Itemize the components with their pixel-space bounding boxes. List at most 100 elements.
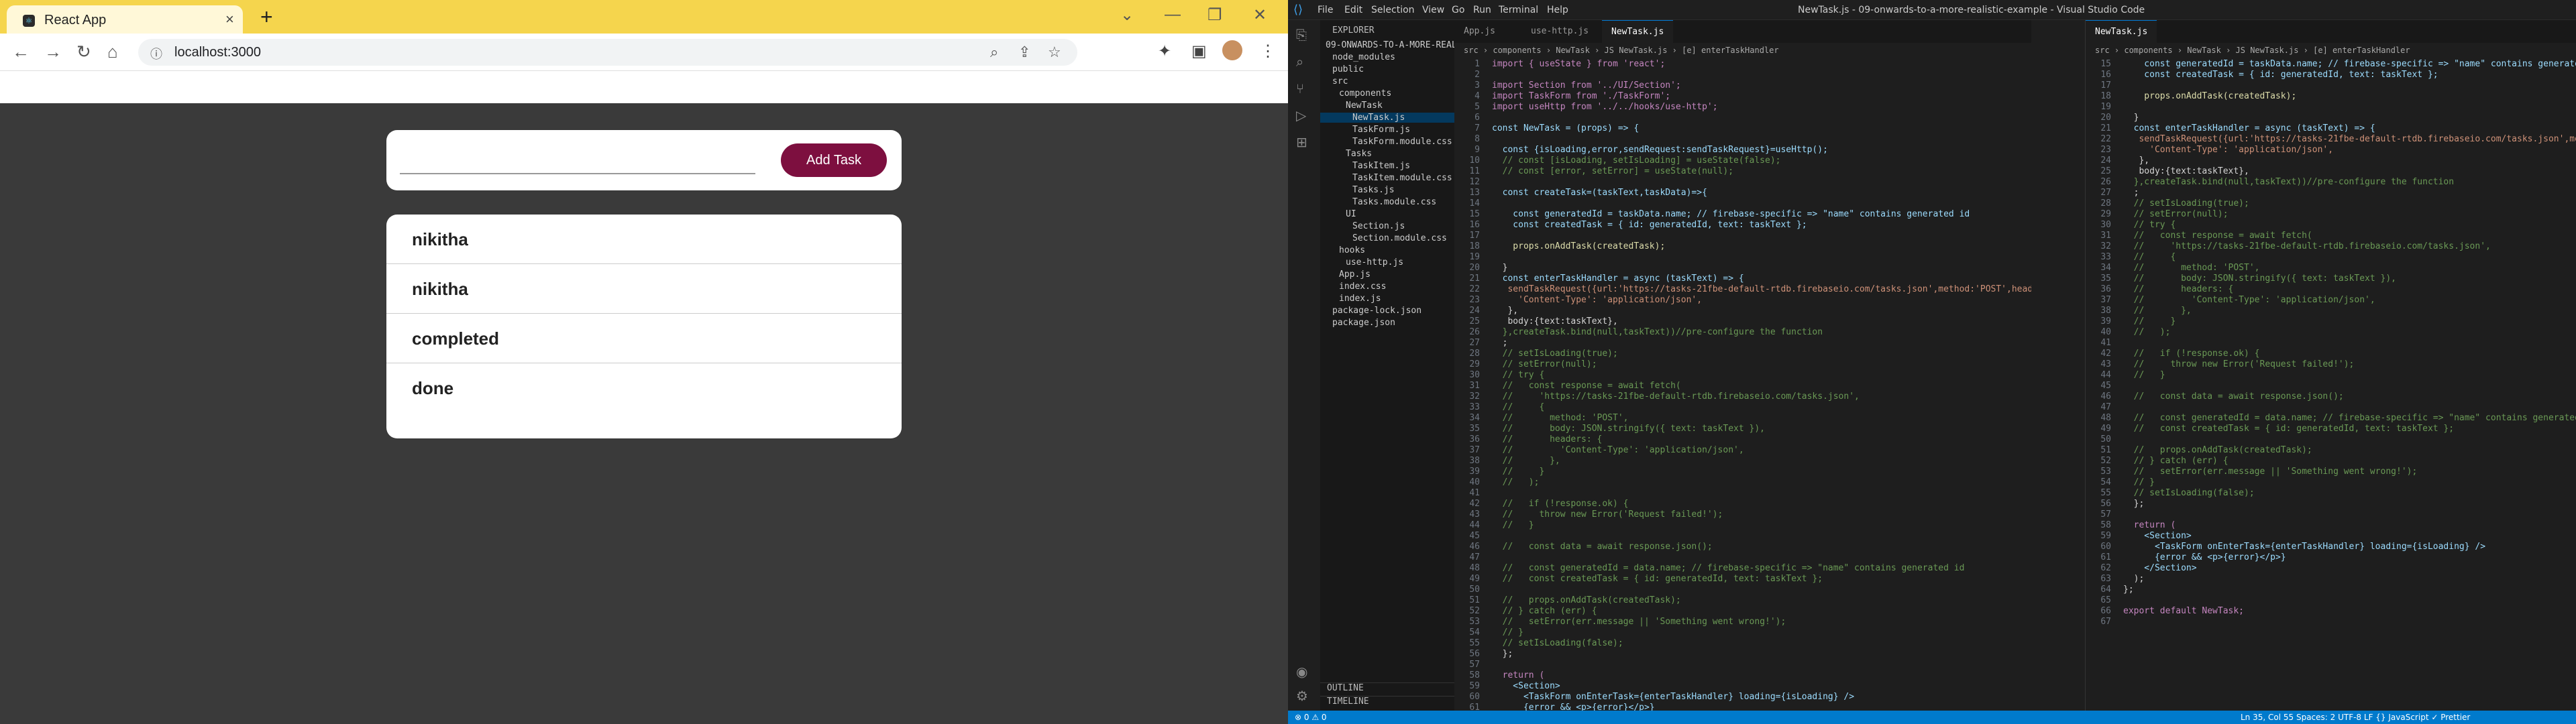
tree-item[interactable]: TaskItem.js — [1320, 161, 1410, 171]
code-line[interactable]: 41 — [1454, 488, 2031, 499]
code-line[interactable]: 51 // props.onAddTask(createdTask); — [2086, 445, 2576, 456]
tree-item[interactable]: index.css — [1320, 282, 1386, 292]
tree-item[interactable]: Tasks — [1320, 149, 1372, 159]
extensions-icon[interactable]: ✦ — [1158, 42, 1171, 61]
list-item[interactable]: nikitha — [386, 215, 902, 264]
code-line[interactable]: 20 } — [1454, 263, 2031, 274]
code-line[interactable]: 47 — [2086, 402, 2576, 413]
code-line[interactable]: 37 // 'Content-Type': 'application/json'… — [2086, 295, 2576, 306]
code-line[interactable]: 38 // }, — [1454, 456, 2031, 467]
avatar[interactable] — [1222, 40, 1242, 60]
tab-app-js[interactable]: App.js — [1454, 20, 1505, 43]
list-item[interactable]: completed — [386, 314, 902, 363]
code-line[interactable]: 5 import useHttp from '../../hooks/use-ht… — [1454, 102, 2031, 113]
tree-item[interactable]: node_modules — [1320, 52, 1395, 62]
code-line[interactable]: 15 const generatedId = taskData.name; //… — [2086, 59, 2576, 70]
code-line[interactable]: 12 — [1454, 177, 2031, 188]
code-line[interactable]: 67 — [2086, 617, 2576, 627]
code-line[interactable]: 47 — [1454, 552, 2031, 563]
new-tab-button[interactable]: + — [260, 5, 273, 28]
close-tab-icon[interactable]: × — [225, 11, 234, 28]
code-line[interactable]: 29 // setError(null); — [1454, 359, 2031, 370]
code-line[interactable]: 36 // headers: { — [2086, 284, 2576, 295]
code-line[interactable]: 48 // const generatedId = data.name; // … — [2086, 413, 2576, 424]
search-icon[interactable]: ⌕ — [990, 44, 998, 61]
tree-item[interactable]: TaskItem.module.css — [1320, 173, 1452, 183]
code-line[interactable]: 32 // 'https://tasks-21fbe-default-rtdb.… — [2086, 241, 2576, 252]
code-line[interactable]: 58 return ( — [1454, 670, 2031, 681]
forward-button[interactable]: → — [44, 42, 62, 62]
tab-use-http[interactable]: use-http.js — [1521, 20, 1598, 43]
code-line[interactable]: 2 — [1454, 70, 2031, 80]
code-line[interactable]: 42 // if (!response.ok) { — [1454, 499, 2031, 509]
close-window-button[interactable]: ✕ — [1253, 5, 1267, 25]
maximize-button[interactable]: ❐ — [1208, 5, 1222, 25]
code-line[interactable]: 52 // } catch (err) { — [1454, 606, 2031, 617]
code-line[interactable]: 19 — [2086, 102, 2576, 113]
code-line[interactable]: 61 {error && <p>{error}</p>} — [1454, 703, 2031, 711]
reload-button[interactable]: ↻ — [76, 42, 91, 62]
code-line[interactable]: 50 — [1454, 585, 2031, 595]
tree-item[interactable]: UI — [1320, 209, 1356, 219]
code-line[interactable]: 53 // setError(err.message || 'Something… — [1454, 617, 2031, 627]
code-line[interactable]: 11 // const [error, setError] = useState… — [1454, 166, 2031, 177]
code-line[interactable]: 30 // try { — [2086, 220, 2576, 231]
code-line[interactable]: 43 // throw new Error('Request failed!')… — [1454, 509, 2031, 520]
code-line[interactable]: 9 const {isLoading,error,sendRequest:sen… — [1454, 145, 2031, 156]
code-line[interactable]: 13 const createTask=(taskText,taskData)=… — [1454, 188, 2031, 198]
minimize-button[interactable]: — — [1165, 5, 1181, 24]
run-debug-icon[interactable]: ▷ — [1296, 107, 1306, 123]
code-line[interactable]: 26 },createTask.bind(null,taskText))//pr… — [1454, 327, 2031, 338]
code-line[interactable]: 31 // const response = await fetch( — [2086, 231, 2576, 241]
code-line[interactable]: 34 // method: 'POST', — [2086, 263, 2576, 274]
code-line[interactable]: 55 // setIsLoading(false); — [2086, 488, 2576, 499]
url-text[interactable]: localhost:3000 — [174, 45, 261, 60]
code-line[interactable]: 46 // const data = await response.json()… — [1454, 542, 2031, 552]
code-line[interactable]: 36 // headers: { — [1454, 434, 2031, 445]
problems-status[interactable]: ⊗ 0 ⚠ 0 — [1295, 711, 1327, 724]
menu-terminal[interactable]: Terminal — [1499, 5, 1538, 15]
code-line[interactable]: 25 body:{text:taskText}, — [1454, 316, 2031, 327]
tree-item[interactable]: use-http.js — [1320, 257, 1403, 267]
tab-search-icon[interactable]: ⌄ — [1120, 5, 1134, 25]
code-line[interactable]: 37 // 'Content-Type': 'application/json'… — [1454, 445, 2031, 456]
back-button[interactable]: ← — [12, 42, 30, 62]
address-bar[interactable]: ⓘ localhost:3000 ⌕ ⇪ ☆ — [138, 39, 1077, 66]
code-line[interactable]: 61 {error && <p>{error}</p>} — [2086, 552, 2576, 563]
code-line[interactable]: 59 <Section> — [1454, 681, 2031, 692]
code-line[interactable]: 40 // ); — [2086, 327, 2576, 338]
code-line[interactable]: 60 <TaskForm onEnterTask={enterTaskHandl… — [1454, 692, 2031, 703]
code-line[interactable]: 15 const generatedId = taskData.name; //… — [1454, 209, 2031, 220]
task-input[interactable] — [400, 146, 755, 174]
sidepanel-icon[interactable]: ▣ — [1191, 42, 1207, 61]
code-line[interactable]: 30 // try { — [1454, 370, 2031, 381]
code-line[interactable]: 55 // setIsLoading(false); — [1454, 638, 2031, 649]
tree-item[interactable]: components — [1320, 88, 1391, 99]
code-line[interactable]: 45 — [2086, 381, 2576, 391]
editor-status[interactable]: Ln 35, Col 55 Spaces: 2 UTF-8 LF {} Java… — [2241, 711, 2470, 724]
code-line[interactable]: 24 }, — [1454, 306, 2031, 316]
tree-item[interactable]: TaskForm.module.css — [1320, 137, 1452, 147]
menu-run[interactable]: Run — [1473, 5, 1491, 15]
tree-item[interactable]: TaskForm.js — [1320, 125, 1410, 135]
tree-item[interactable]: Tasks.js — [1320, 185, 1395, 195]
code-line[interactable]: 29 // setError(null); — [2086, 209, 2576, 220]
code-line[interactable]: 43 // throw new Error('Request failed!')… — [2086, 359, 2576, 370]
menu-selection[interactable]: Selection — [1371, 5, 1415, 15]
menu-help[interactable]: Help — [1547, 5, 1568, 15]
code-line[interactable]: 35 // body: JSON.stringify({ text: taskT… — [1454, 424, 2031, 434]
add-task-button[interactable]: Add Task — [781, 143, 887, 177]
code-line[interactable]: 39 // } — [1454, 467, 2031, 477]
share-icon[interactable]: ⇪ — [1018, 44, 1030, 61]
star-icon[interactable]: ☆ — [1048, 44, 1061, 61]
code-line[interactable]: 41 — [2086, 338, 2576, 349]
code-line[interactable]: 8 — [1454, 134, 2031, 145]
code-line[interactable]: 46 // const data = await response.json()… — [2086, 391, 2576, 402]
code-line[interactable]: 26 },createTask.bind(null,taskText))//pr… — [2086, 177, 2576, 188]
code-line[interactable]: 14 — [1454, 198, 2031, 209]
tab-newtask[interactable]: NewTask.js — [2086, 20, 2157, 43]
code-line[interactable]: 25 body:{text:taskText}, — [2086, 166, 2576, 177]
info-icon[interactable]: ⓘ — [150, 45, 162, 62]
home-button[interactable]: ⌂ — [107, 42, 118, 62]
breadcrumb[interactable]: src › components › NewTask › JS NewTask.… — [1454, 43, 2031, 58]
